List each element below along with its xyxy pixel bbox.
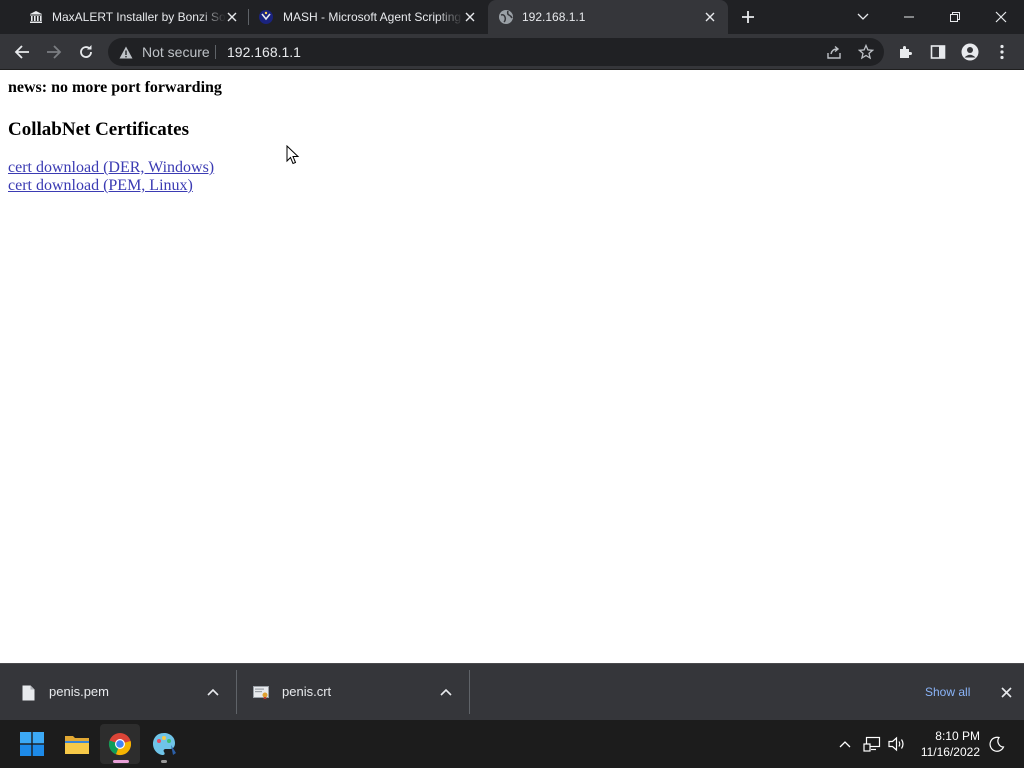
restore-icon	[950, 12, 960, 22]
windows-start-icon	[20, 732, 44, 756]
clock-date: 11/16/2022	[920, 745, 980, 759]
minimize-icon	[904, 16, 914, 18]
certificate-file-icon	[253, 684, 269, 702]
paint-icon	[153, 733, 176, 755]
page-content: news: no more port forwarding CollabNet …	[0, 71, 1024, 663]
close-shelf-icon[interactable]	[998, 684, 1014, 700]
arrow-left-icon	[14, 45, 29, 59]
clock-time: 8:10 PM	[935, 729, 980, 743]
browser-toolbar: Not secure 192.168.1.1	[0, 34, 1024, 70]
paint-taskbar-button[interactable]	[144, 724, 184, 764]
start-button[interactable]	[12, 724, 52, 764]
three-dots-vertical-icon	[1000, 44, 1004, 60]
page-heading: CollabNet Certificates	[8, 119, 189, 140]
plus-icon	[742, 11, 754, 23]
file-explorer-icon	[65, 736, 89, 754]
chevron-up-icon	[839, 741, 851, 748]
extensions-button[interactable]	[894, 40, 918, 64]
tab-mash[interactable]: MASH - Microsoft Agent Scripting Helper	[248, 0, 488, 34]
news-text: news: no more port forwarding	[8, 79, 222, 96]
chevron-down-icon	[857, 13, 869, 20]
warning-triangle-icon[interactable]	[118, 44, 134, 60]
system-clock[interactable]: 8:10 PM 11/16/2022	[916, 728, 980, 760]
omnibox-separator	[215, 45, 216, 59]
arrow-right-icon	[47, 45, 62, 59]
share-icon[interactable]	[824, 42, 844, 62]
agent-wizard-icon	[258, 9, 274, 25]
profile-button[interactable]	[958, 40, 982, 64]
restore-button[interactable]	[932, 0, 978, 34]
chevron-up-icon[interactable]	[205, 684, 221, 700]
tab-router[interactable]: 192.168.1.1	[488, 0, 728, 34]
forward-button[interactable]	[42, 40, 66, 64]
cert-der-link[interactable]: cert download (DER, Windows)	[8, 159, 214, 177]
tab-strip: MaxALERT Installer by Bonzi Software MAS…	[0, 0, 1024, 34]
active-app-indicator	[113, 760, 129, 763]
tab-search-button[interactable]	[840, 0, 886, 34]
download-links: cert download (DER, Windows) cert downlo…	[8, 159, 214, 195]
side-panel-icon	[930, 45, 946, 59]
download-shelf: penis.pem penis.crt Show all	[0, 663, 1024, 720]
download-filename: penis.pem	[49, 684, 109, 699]
download-separator	[469, 670, 470, 714]
reload-button[interactable]	[74, 40, 98, 64]
reload-icon	[80, 45, 92, 58]
close-tab-icon[interactable]	[224, 9, 240, 25]
file-explorer-button[interactable]	[57, 724, 97, 764]
show-all-downloads-link[interactable]: Show all	[925, 684, 970, 700]
network-icon	[863, 736, 881, 752]
chevron-up-icon[interactable]	[438, 684, 454, 700]
download-filename: penis.crt	[282, 684, 332, 699]
notification-center-button[interactable]	[987, 734, 1007, 754]
moon-focus-icon	[989, 736, 1005, 752]
document-file-icon	[20, 684, 36, 702]
puzzle-piece-icon	[900, 46, 912, 58]
menu-button[interactable]	[990, 40, 1014, 64]
mouse-pointer-icon	[286, 145, 300, 165]
close-tab-icon[interactable]	[462, 9, 478, 25]
tab-title: MASH - Microsoft Agent Scripting Helper	[283, 10, 463, 24]
close-tab-icon[interactable]	[702, 9, 718, 25]
windows-taskbar: 8:10 PM 11/16/2022	[0, 720, 1024, 768]
side-panel-button[interactable]	[926, 40, 950, 64]
chrome-taskbar-button[interactable]	[100, 724, 140, 764]
person-avatar-icon	[961, 43, 979, 61]
back-button[interactable]	[10, 40, 34, 64]
download-item[interactable]: penis.pem	[0, 664, 236, 720]
security-label[interactable]: Not secure	[142, 44, 210, 60]
tab-title: MaxALERT Installer by Bonzi Software	[52, 10, 226, 24]
download-item[interactable]: penis.crt	[236, 664, 469, 720]
bookmark-star-icon[interactable]	[856, 42, 876, 62]
network-button[interactable]	[862, 734, 882, 754]
address-bar[interactable]: Not secure 192.168.1.1	[108, 38, 884, 66]
show-hidden-icons-button[interactable]	[835, 734, 855, 754]
running-app-indicator	[161, 760, 167, 763]
chrome-icon	[108, 733, 132, 756]
bank-building-icon	[28, 9, 44, 25]
tab-maxalert[interactable]: MaxALERT Installer by Bonzi Software	[8, 0, 248, 34]
tab-title: 192.168.1.1	[522, 10, 586, 24]
url-text[interactable]: 192.168.1.1	[227, 44, 301, 60]
minimize-button[interactable]	[886, 0, 932, 34]
volume-button[interactable]	[887, 734, 907, 754]
globe-icon	[498, 9, 514, 25]
close-icon	[995, 11, 1007, 23]
new-tab-button[interactable]	[738, 7, 758, 27]
speaker-volume-icon	[888, 736, 904, 752]
cert-pem-link[interactable]: cert download (PEM, Linux)	[8, 177, 214, 195]
close-window-button[interactable]	[978, 0, 1024, 34]
